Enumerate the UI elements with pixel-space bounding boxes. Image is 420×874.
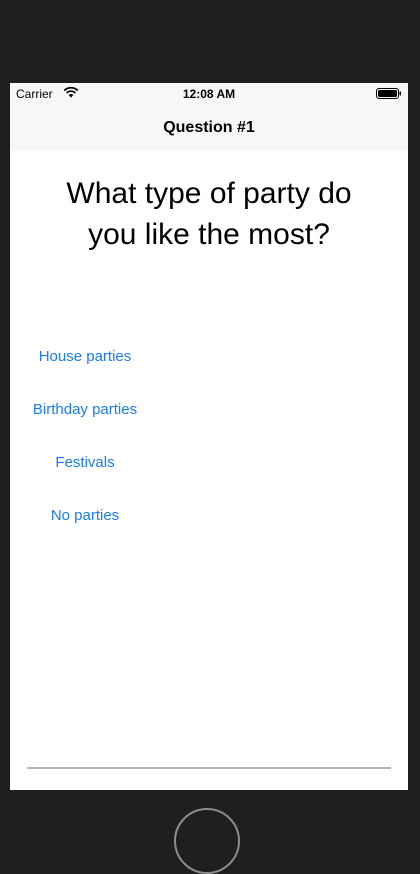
bottom-divider: [27, 767, 391, 769]
home-button[interactable]: [174, 808, 240, 874]
answer-festivals-button[interactable]: Festivals: [10, 453, 160, 473]
status-time: 12:08 AM: [182, 87, 236, 101]
navigation-bar: Question #1: [10, 105, 408, 151]
nav-title: Question #1: [163, 119, 255, 136]
question-line-1: What type of party do: [66, 177, 352, 210]
answer-no-parties-button[interactable]: No parties: [10, 506, 160, 526]
answer-birthday-parties-button[interactable]: Birthday parties: [10, 400, 160, 420]
question-text: What type of party do you like the most?: [10, 173, 408, 255]
battery-icon: [376, 88, 401, 99]
device-screen: Carrier 12:08 AM Question #1 What type o…: [10, 83, 408, 790]
status-bar: Carrier 12:08 AM: [10, 83, 408, 105]
answer-house-parties-button[interactable]: House parties: [10, 347, 160, 367]
question-line-2: you like the most?: [88, 218, 330, 251]
